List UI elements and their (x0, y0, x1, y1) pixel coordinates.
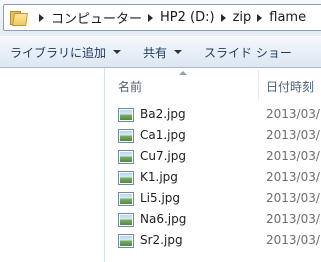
chevron-right-icon[interactable] (148, 13, 154, 22)
list-item[interactable]: Sr2.jpg 2013/03/1 (105, 231, 321, 252)
list-item[interactable]: Cu7.jpg 2013/03/1 (105, 147, 321, 168)
file-name: Na6.jpg (140, 212, 187, 226)
file-list[interactable]: 名前 日付時刻 Ba2.jpg 2013/03/1 Ca1.jpg 2013/0… (105, 68, 321, 262)
breadcrumb-flame[interactable]: flame (269, 10, 306, 25)
column-divider[interactable] (258, 70, 259, 100)
breadcrumb-drive[interactable]: HP2 (D:) (160, 10, 215, 25)
sort-ascending-icon (179, 71, 187, 75)
file-date: 2013/03/1 (266, 149, 321, 163)
command-bar: ライブラリに追加 共有 スライド ショー (0, 36, 321, 68)
breadcrumb-computer[interactable]: コンピューター (51, 8, 142, 27)
chevron-right-icon[interactable] (39, 13, 44, 22)
file-name: Li5.jpg (140, 191, 181, 205)
list-item[interactable]: Na6.jpg 2013/03/1 (105, 210, 321, 231)
column-header-date[interactable]: 日付時刻 (266, 78, 314, 95)
address-bar[interactable]: コンピューター HP2 (D:) zip flame (3, 4, 321, 31)
breadcrumb-zip[interactable]: zip (233, 10, 252, 25)
file-date: 2013/03/1 (266, 212, 321, 226)
image-file-icon (118, 234, 134, 248)
file-date: 2013/03/1 (266, 107, 321, 121)
share-label: 共有 (143, 45, 168, 60)
column-header-name[interactable]: 名前 (118, 78, 142, 95)
image-file-icon (118, 192, 134, 206)
add-to-library-button[interactable]: ライブラリに追加 (10, 44, 122, 61)
file-date: 2013/03/1 (266, 233, 321, 247)
image-file-icon (118, 108, 134, 122)
column-header: 名前 日付時刻 (105, 68, 321, 101)
list-item[interactable]: Li5.jpg 2013/03/1 (105, 189, 321, 210)
image-file-icon (118, 150, 134, 164)
image-file-icon (118, 129, 134, 143)
list-item[interactable]: Ca1.jpg 2013/03/1 (105, 126, 321, 147)
address-bar-area: コンピューター HP2 (D:) zip flame (0, 0, 321, 36)
slideshow-button[interactable]: スライド ショー (204, 44, 292, 61)
image-file-icon (118, 213, 134, 227)
file-date: 2013/03/1 (266, 191, 321, 205)
folder-icon (9, 10, 29, 26)
slideshow-label: スライド ショー (204, 45, 292, 60)
chevron-right-icon[interactable] (220, 13, 226, 22)
file-name: Cu7.jpg (140, 149, 187, 163)
explorer-window: コンピューター HP2 (D:) zip flame ライブラリに追加 共有 ス… (0, 0, 321, 262)
add-to-library-label: ライブラリに追加 (10, 45, 107, 60)
navigation-pane[interactable] (0, 68, 104, 262)
file-date: 2013/03/1 (266, 170, 321, 184)
chevron-down-icon (113, 50, 122, 54)
image-file-icon (118, 171, 134, 185)
file-name: Ca1.jpg (140, 128, 186, 142)
file-name: Sr2.jpg (140, 233, 183, 247)
chevron-down-icon (174, 50, 183, 54)
chevron-right-icon[interactable] (257, 13, 263, 22)
file-date: 2013/03/1 (266, 128, 321, 142)
share-button[interactable]: 共有 (143, 44, 183, 61)
list-item[interactable]: Ba2.jpg 2013/03/1 (105, 105, 321, 126)
list-item[interactable]: K1.jpg 2013/03/1 (105, 168, 321, 189)
file-name: K1.jpg (140, 170, 178, 184)
file-name: Ba2.jpg (140, 107, 186, 121)
